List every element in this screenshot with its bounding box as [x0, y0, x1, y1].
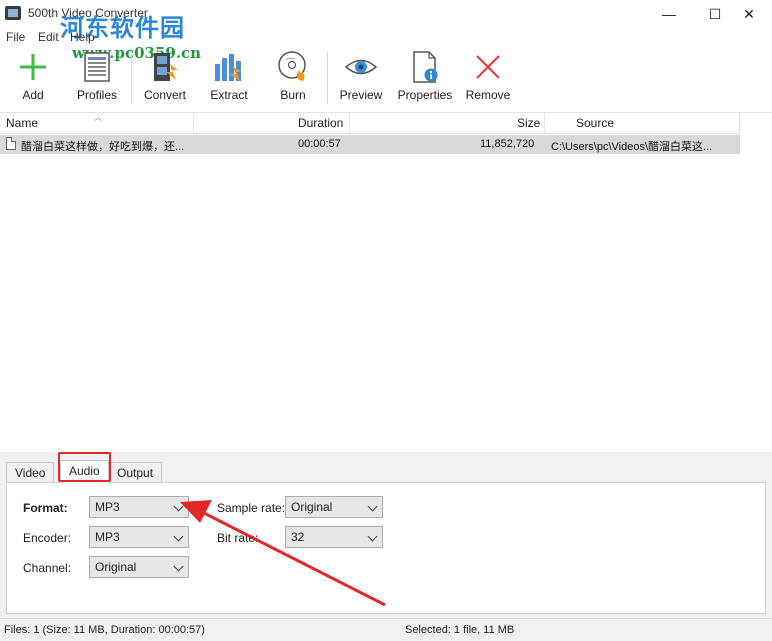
bit-rate-label: Bit rate:: [217, 531, 259, 545]
row-source: C:\Users\pc\Videos\醋溜白菜这...: [551, 141, 713, 153]
profiles-icon: [84, 52, 110, 82]
add-label: Add: [22, 88, 44, 102]
properties-button[interactable]: Properties: [394, 48, 456, 108]
tab-video[interactable]: Video: [6, 462, 55, 482]
add-button[interactable]: Add: [2, 48, 64, 108]
channel-select[interactable]: Original: [89, 556, 189, 578]
sample-rate-label: Sample rate:: [217, 501, 286, 515]
menu-help[interactable]: Help: [70, 30, 95, 44]
status-files: Files: 1 (Size: 11 MB, Duration: 00:00:5…: [4, 624, 205, 636]
chevron-down-icon: [367, 531, 378, 542]
tab-output[interactable]: Output: [108, 462, 163, 482]
column-divider[interactable]: [349, 113, 350, 134]
column-divider[interactable]: [544, 113, 545, 134]
format-label: Format:: [23, 501, 68, 515]
remove-button[interactable]: Remove: [457, 48, 519, 108]
add-icon: [20, 54, 46, 80]
preview-button[interactable]: Preview: [330, 48, 392, 108]
convert-icon: [154, 53, 178, 81]
table-row[interactable]: 醋溜白菜这样做，好吃到爆，还... 00:00:57 11,852,720 C:…: [0, 135, 740, 154]
preview-icon: [344, 59, 378, 75]
app-window: 500th Video Converter 河东软件园 — ☐ ✕ File E…: [0, 0, 772, 641]
extract-label: Extract: [210, 88, 248, 102]
remove-icon: [476, 55, 500, 79]
settings-area: Video Audio Output Format: MP3 Encoder: …: [0, 452, 772, 618]
format-value: MP3: [95, 500, 120, 514]
menu-edit[interactable]: Edit: [38, 30, 59, 44]
channel-label: Channel:: [23, 561, 72, 575]
list-header: ︿ Name Duration Size Source: [0, 113, 740, 134]
toolbar-separator: [131, 52, 132, 104]
bit-rate-select[interactable]: 32: [285, 526, 383, 548]
convert-button[interactable]: Convert: [134, 48, 196, 108]
convert-label: Convert: [143, 88, 187, 102]
toolbar: Add Profiles Convert Extract Burn Previe…: [0, 48, 772, 108]
burn-button[interactable]: Burn: [262, 48, 324, 108]
column-divider[interactable]: [193, 113, 194, 134]
sample-rate-select[interactable]: Original: [285, 496, 383, 518]
burn-label: Burn: [280, 88, 306, 102]
profiles-label: Profiles: [76, 88, 117, 102]
file-list[interactable]: ︿ Name Duration Size Source 醋溜白菜这样做，好吃到爆…: [0, 112, 772, 452]
encoder-label: Encoder:: [23, 531, 72, 545]
column-name[interactable]: Name: [6, 116, 38, 130]
chevron-down-icon: [173, 501, 184, 512]
audio-settings-panel: Format: MP3 Encoder: MP3 Channel: Origin…: [6, 482, 766, 614]
row-duration: 00:00:57: [298, 138, 341, 150]
column-divider[interactable]: [739, 113, 740, 134]
toolbar-separator: [327, 52, 328, 104]
status-selected: Selected: 1 file, 11 MB: [405, 624, 515, 636]
format-select[interactable]: MP3: [89, 496, 189, 518]
menu-file[interactable]: File: [6, 30, 25, 44]
encoder-value: MP3: [95, 530, 120, 544]
chevron-down-icon: [173, 561, 184, 572]
column-source[interactable]: Source: [576, 116, 614, 130]
channel-value: Original: [95, 560, 137, 574]
remove-label: Remove: [465, 88, 511, 102]
properties-icon: [413, 51, 438, 83]
bit-rate-value: 32: [291, 530, 305, 544]
tab-audio[interactable]: Audio: [60, 460, 109, 483]
column-size[interactable]: Size: [517, 116, 540, 130]
close-button[interactable]: ✕: [726, 0, 772, 28]
sort-ascending-icon: ︿: [94, 113, 102, 122]
status-bar: Files: 1 (Size: 11 MB, Duration: 00:00:5…: [0, 618, 772, 641]
profiles-button[interactable]: Profiles: [66, 48, 128, 108]
sample-rate-value: Original: [291, 500, 333, 514]
extract-icon: [215, 54, 242, 81]
column-duration[interactable]: Duration: [298, 116, 343, 130]
minimize-button[interactable]: —: [646, 0, 692, 28]
extract-button[interactable]: Extract: [198, 48, 260, 108]
burn-icon: [278, 51, 306, 81]
chevron-down-icon: [367, 501, 378, 512]
row-name: 醋溜白菜这样做，好吃到爆，还...: [21, 141, 185, 153]
preview-label: Preview: [339, 88, 383, 102]
encoder-select[interactable]: MP3: [89, 526, 189, 548]
app-logo-icon: [5, 6, 21, 20]
chevron-down-icon: [173, 531, 184, 542]
file-icon: [6, 137, 16, 150]
row-size: 11,852,720: [480, 138, 535, 150]
properties-label: Properties: [397, 88, 453, 102]
title-bar: 500th Video Converter 河东软件园 — ☐ ✕: [0, 0, 772, 42]
